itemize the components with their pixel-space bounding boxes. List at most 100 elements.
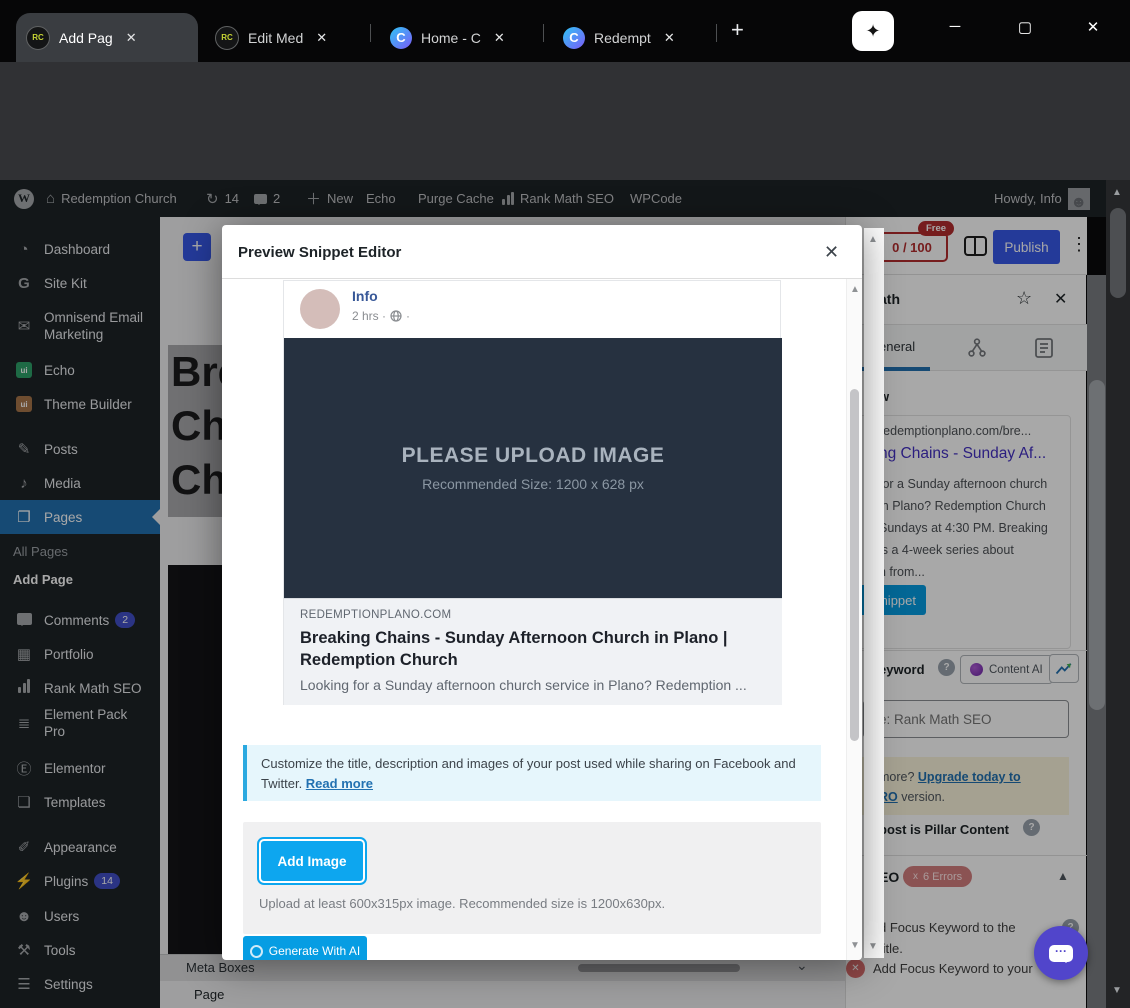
tab-close-icon[interactable]: ✕ <box>312 28 331 48</box>
tab-social-icon[interactable] <box>966 337 988 359</box>
scroll-down-icon[interactable]: ▼ <box>868 942 878 952</box>
admin-bar-site-name[interactable]: ⌂ Redemption Church <box>46 180 177 217</box>
sidebar-item-users[interactable]: ☻ Users <box>0 899 160 933</box>
admin-bar-comments[interactable]: 2 <box>254 180 280 217</box>
sidebar-subitem-all-pages[interactable]: All Pages <box>0 538 160 564</box>
updates-count: 14 <box>225 191 239 206</box>
scroll-up-icon[interactable]: ▲ <box>850 285 860 295</box>
tab-general[interactable]: eneral <box>879 339 915 354</box>
sidebar-item-echo[interactable]: ui Echo <box>0 353 160 387</box>
wp-sidebar: ◔ Dashboard G Site Kit ✉ Omnisend Email … <box>0 217 160 1008</box>
upgrade-link[interactable]: Upgrade today to <box>918 770 1021 784</box>
horizontal-scrollbar-thumb[interactable] <box>578 964 740 972</box>
admin-bar-account[interactable]: Howdy, Info ☻ <box>994 180 1090 217</box>
link-headline: Breaking Chains - Sunday Afternoon Churc… <box>300 627 740 671</box>
panel-scrollbar-track[interactable] <box>1087 275 1107 1008</box>
modal-scrollbar[interactable]: ▲ ▼ <box>846 279 862 960</box>
window-minimize-button[interactable]: ─ <box>940 18 970 35</box>
tab-add-page[interactable]: RC Add Pag ✕ <box>16 13 198 62</box>
rc-favicon: RC <box>26 26 50 50</box>
editor-options-icon[interactable]: ⋮ <box>1070 234 1088 255</box>
scroll-down-icon[interactable]: ▼ <box>1112 986 1122 996</box>
admin-bar-updates[interactable]: ↻ 14 <box>206 180 239 217</box>
seo-score-button[interactable]: 0 / 100 <box>876 232 948 262</box>
panel-scrollbar-thumb[interactable] <box>1089 380 1105 710</box>
window-scrollbar[interactable]: ▲ ▼ <box>1106 180 1130 1008</box>
admin-bar-echo[interactable]: Echo <box>366 180 396 217</box>
rank-math-seo-icon <box>14 679 34 697</box>
sidebar-item-theme-builder[interactable]: ui Theme Builder <box>0 387 160 421</box>
scroll-up-icon[interactable]: ▲ <box>1112 188 1122 198</box>
wp-logo-icon[interactable]: W <box>14 180 34 217</box>
sidebar-item-media[interactable]: ♪ Media <box>0 466 160 500</box>
tab-close-icon[interactable]: ✕ <box>122 28 141 48</box>
window-close-button[interactable]: ✕ <box>1078 18 1108 36</box>
scroll-down-icon[interactable]: ▼ <box>850 941 860 951</box>
tab-redemption[interactable]: C Redempt ✕ <box>553 13 708 62</box>
sidebar-item-templates[interactable]: ❏ Templates <box>0 785 160 819</box>
sidebar-item-pages[interactable]: ❐ Pages <box>0 500 160 534</box>
plugins-icon: ⚡ <box>14 872 34 890</box>
add-image-button[interactable]: Add Image <box>259 839 365 883</box>
sparkle-button[interactable]: ✦ <box>852 11 894 51</box>
facebook-author[interactable]: Info <box>352 288 378 304</box>
sidebar-item-dashboard[interactable]: ◔ Dashboard <box>0 232 160 266</box>
sidebar-item-elementor[interactable]: Ⓔ Elementor <box>0 751 160 785</box>
sidebar-item-plugins[interactable]: ⚡ Plugins 14 <box>0 864 160 898</box>
window-maximize-button[interactable]: ▢ <box>1010 18 1040 36</box>
collapse-chevron-icon[interactable]: ▲ <box>1057 870 1069 882</box>
read-more-link[interactable]: Read more <box>306 776 373 791</box>
upload-image-placeholder[interactable]: PLEASE UPLOAD IMAGE Recommended Size: 12… <box>284 338 782 598</box>
generate-with-ai-button[interactable]: Generate With AI <box>243 936 367 960</box>
modal-scrollbar-thumb[interactable] <box>850 389 859 741</box>
echo-label: Echo <box>366 191 396 206</box>
pillar-content-label-fragment: post is Pillar Content <box>879 822 1009 837</box>
help-icon[interactable]: ? <box>1023 819 1040 836</box>
admin-bar-new[interactable]: ＋ New <box>306 180 353 217</box>
settings-panel-toggle-icon[interactable] <box>963 234 988 258</box>
sidebar-item-label: Rank Math SEO <box>44 680 152 697</box>
sidebar-item-portfolio[interactable]: ▦ Portfolio <box>0 637 160 671</box>
modal-close-icon[interactable]: ✕ <box>824 242 839 263</box>
page-panel-bar[interactable]: Page <box>160 981 845 1008</box>
sidebar-item-omnisend[interactable]: ✉ Omnisend Email Marketing <box>0 300 160 352</box>
tab-home[interactable]: C Home - C ✕ <box>380 13 535 62</box>
facebook-link-footer[interactable]: REDEMPTIONPLANO.COM Breaking Chains - Su… <box>284 598 782 705</box>
globe-icon <box>390 310 402 322</box>
overlay-scrollbar[interactable]: ▲ ▼ <box>864 228 884 958</box>
tab-schema-icon[interactable] <box>1034 337 1054 359</box>
scroll-up-icon[interactable]: ▲ <box>868 235 878 245</box>
sidebar-item-site-kit[interactable]: G Site Kit <box>0 266 160 300</box>
panel-close-icon[interactable]: ✕ <box>1054 289 1067 309</box>
admin-bar-rank-math[interactable]: Rank Math SEO <box>502 180 614 217</box>
sidebar-item-posts[interactable]: ✎ Posts <box>0 432 160 466</box>
post-time: 2 hrs · <box>352 309 386 323</box>
sidebar-item-label: Portfolio <box>44 646 152 663</box>
new-tab-button[interactable]: + <box>731 17 744 43</box>
chat-widget-button[interactable]: ··· <box>1034 926 1088 980</box>
sidebar-item-settings[interactable]: ☰ Settings <box>0 967 160 1001</box>
sidebar-subitem-add-page[interactable]: Add Page <box>0 566 160 592</box>
trend-chart-button[interactable] <box>1049 654 1079 683</box>
serp-title[interactable]: ng Chains - Sunday Af... <box>879 445 1046 463</box>
publish-button[interactable]: Publish <box>993 230 1060 264</box>
admin-bar-purge-cache[interactable]: Purge Cache <box>418 180 494 217</box>
sidebar-item-appearance[interactable]: ✐ Appearance <box>0 830 160 864</box>
help-icon[interactable]: ? <box>938 659 955 676</box>
preview-snippet-editor-modal: Preview Snippet Editor ✕ Info 2 hrs · · … <box>222 225 862 960</box>
serp-description: for a Sunday afternoon church in Plano? … <box>879 473 1048 583</box>
tab-close-icon[interactable]: ✕ <box>660 28 679 48</box>
window-scrollbar-thumb[interactable] <box>1110 208 1126 298</box>
tab-edit-media[interactable]: RC Edit Med ✕ <box>205 13 363 62</box>
sidebar-item-comments[interactable]: Comments 2 <box>0 603 160 637</box>
sidebar-item-tools[interactable]: ⚒ Tools <box>0 933 160 967</box>
admin-bar-wpcode[interactable]: WPCode <box>630 180 682 217</box>
sidebar-item-element-pack[interactable]: ≣ Element Pack Pro <box>0 706 160 740</box>
block-inserter-button[interactable]: + <box>183 233 211 261</box>
tab-close-icon[interactable]: ✕ <box>490 28 509 48</box>
sidebar-item-rank-math[interactable]: Rank Math SEO <box>0 671 160 705</box>
upload-hint: Upload at least 600x315px image. Recomme… <box>259 896 665 911</box>
content-ai-button[interactable]: Content AI <box>960 655 1053 684</box>
star-icon[interactable]: ☆ <box>1016 288 1032 309</box>
focus-keyword-input[interactable] <box>863 700 1069 738</box>
